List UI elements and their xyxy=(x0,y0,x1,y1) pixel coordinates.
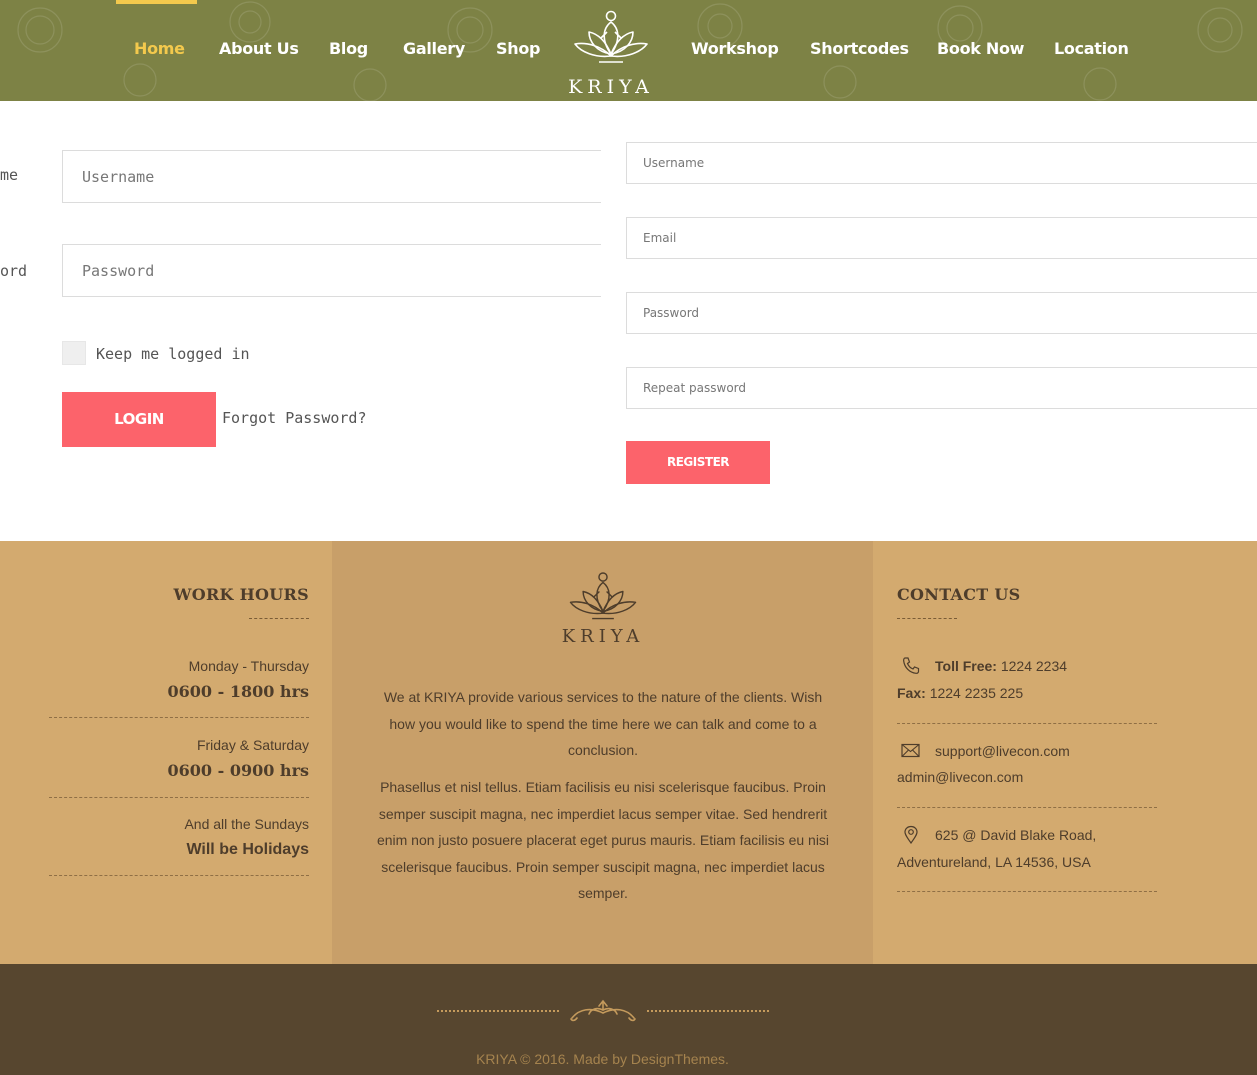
work-hours-time: 0600 - 0900 hrs xyxy=(167,761,309,780)
admin-email[interactable]: admin@livecon.com xyxy=(897,769,1023,785)
divider xyxy=(49,717,309,718)
fax-number: 1224 2235 225 xyxy=(929,685,1024,701)
ornament-icon xyxy=(570,999,636,1022)
login-button[interactable]: LOGIN xyxy=(62,392,216,447)
nav-workshop[interactable]: Workshop xyxy=(691,39,779,63)
nav-book-now[interactable]: Book Now xyxy=(937,39,1024,63)
address-line-2: Adventureland, LA 14536, USA xyxy=(897,854,1091,870)
site-header: Home About Us Blog Gallery Shop KRIYA Wo… xyxy=(0,0,1257,101)
work-hours-heading: WORK HOURS xyxy=(173,585,309,604)
divider xyxy=(897,891,1157,892)
nav-location[interactable]: Location xyxy=(1054,39,1129,63)
phone-icon xyxy=(903,657,920,674)
contact-us-heading: CONTACT US xyxy=(897,585,1021,604)
nav-shop[interactable]: Shop xyxy=(496,39,540,63)
lotus-logo-icon xyxy=(569,572,637,620)
work-hours-time: 0600 - 1800 hrs xyxy=(167,682,309,701)
work-hours-day: And all the Sundays xyxy=(184,816,309,832)
site-logo[interactable]: KRIYA xyxy=(560,6,662,98)
heading-underline xyxy=(249,618,309,619)
nav-gallery[interactable]: Gallery xyxy=(403,39,465,63)
register-repeat-password-input[interactable] xyxy=(626,367,1257,409)
fax-label: Fax: xyxy=(897,685,926,701)
remember-me-label: Keep me logged in xyxy=(96,345,250,363)
mail-icon xyxy=(901,743,920,758)
support-email[interactable]: support@livecon.com xyxy=(935,743,1070,759)
fax-line: Fax: 1224 2235 225 xyxy=(897,685,1023,701)
register-email-input[interactable] xyxy=(626,217,1257,259)
divider xyxy=(897,723,1157,724)
logo-text: KRIYA xyxy=(568,76,654,98)
work-hours-day: Friday & Saturday xyxy=(196,737,309,753)
register-password-input[interactable] xyxy=(626,292,1257,334)
work-hours-day: Monday - Thursday xyxy=(188,658,309,674)
toll-free-line: Toll Free: 1224 2234 xyxy=(935,658,1067,674)
forgot-password-link[interactable]: Forgot Password? xyxy=(222,409,367,427)
divider xyxy=(49,875,309,876)
register-username-input[interactable] xyxy=(626,142,1257,184)
lotus-logo-icon xyxy=(574,10,648,63)
login-username-input[interactable] xyxy=(62,150,601,203)
nav-about-us[interactable]: About Us xyxy=(219,39,299,63)
toll-free-label: Toll Free: xyxy=(935,658,997,674)
nav-home[interactable]: Home xyxy=(134,39,185,63)
about-paragraph-2: Phasellus et nisl tellus. Etiam facilisi… xyxy=(376,779,830,901)
username-label: me xyxy=(0,166,19,184)
toll-free-number: 1224 2234 xyxy=(1000,658,1068,674)
about-paragraph-1: We at KRIYA provide various services to … xyxy=(383,689,823,758)
footer-logo-text: KRIYA xyxy=(561,626,645,647)
ornament-line-left xyxy=(437,1010,559,1012)
password-label: ord xyxy=(0,262,28,280)
nav-shortcodes[interactable]: Shortcodes xyxy=(810,39,909,63)
address-line-1: 625 @ David Blake Road, xyxy=(935,827,1097,843)
active-indicator xyxy=(116,0,197,4)
work-hours-time: Will be Holidays xyxy=(186,841,309,858)
ornament-line-right xyxy=(647,1010,769,1012)
heading-underline xyxy=(897,618,957,619)
remember-me-checkbox[interactable] xyxy=(62,341,86,365)
divider xyxy=(897,807,1157,808)
login-password-input[interactable] xyxy=(62,244,601,297)
footer-logo: KRIYA xyxy=(555,568,651,652)
nav-blog[interactable]: Blog xyxy=(329,39,368,63)
divider xyxy=(49,797,309,798)
location-pin-icon xyxy=(904,825,918,845)
register-button[interactable]: REGISTER xyxy=(626,441,770,484)
copyright-text: KRIYA © 2016. Made by DesignThemes. xyxy=(476,1051,729,1067)
